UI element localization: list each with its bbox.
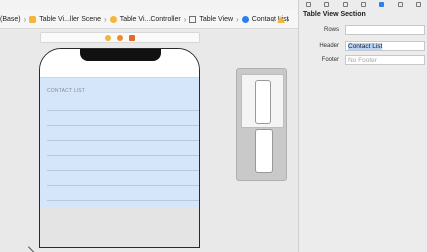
back-icon[interactable]: ‹ [272,15,275,24]
first-responder-icon[interactable] [117,34,123,41]
section-header[interactable]: CONTACT LIST [40,78,199,96]
footer-field[interactable]: No Footer [345,55,425,65]
table-row[interactable] [47,186,199,201]
history-inspector-icon[interactable] [324,2,330,7]
minimap-phone-icon [255,80,271,124]
table-row[interactable] [47,141,199,156]
attributes-inspector: Table View Section Rows Header Contact L… [298,0,427,252]
table-row[interactable] [47,111,199,126]
header-label: Header [319,43,339,49]
section-icon [241,15,249,23]
view-controller-icon[interactable] [105,34,111,41]
breadcrumb-label: Table Vi...ller Scene [39,15,102,23]
minimap[interactable] [236,68,287,181]
inspector-tabs [299,0,427,9]
breadcrumb-label: Table Vi...Controller [119,15,181,23]
header-field[interactable]: Contact List [345,41,425,51]
attributes-inspector-icon[interactable] [379,2,385,7]
size-inspector-icon[interactable] [397,2,403,7]
jump-bar: (Base) › Table Vi...ller Scene › Table V… [0,10,298,29]
table-row[interactable] [47,171,199,186]
chevron-right-icon: › [104,14,107,24]
connections-inspector-icon[interactable] [416,2,422,7]
table-footer-area [40,207,199,247]
controller-icon [109,15,117,23]
navigation-bar [40,64,199,78]
help-inspector-icon[interactable] [342,2,348,7]
chevron-right-icon: › [23,14,27,24]
breadcrumb-item-base[interactable]: (Base) [0,16,21,23]
scene-icon [29,15,37,23]
notch [80,49,161,61]
exit-icon[interactable] [129,34,135,41]
breadcrumb-item-controller[interactable]: Table Vi...Controller [109,15,181,23]
forward-icon[interactable]: › [287,15,290,24]
warning-icon[interactable] [276,16,285,23]
tableview-icon [189,15,197,23]
table-view-scene[interactable]: CONTACT LIST [39,48,200,248]
scene-dock [40,32,200,43]
minimap-scene-top [241,74,284,128]
breadcrumb-label: (Base) [0,15,21,23]
header-field-value: Contact List [348,43,383,50]
rows-label: Rows [323,27,339,33]
breadcrumb-item-tableview[interactable]: Table View [189,15,234,23]
chevron-right-icon: › [236,14,239,24]
breadcrumb-label: Table View [199,15,234,23]
table-row[interactable] [47,126,199,141]
chevron-right-icon: › [183,14,187,24]
minimap-phone-icon [255,129,273,173]
table-row[interactable] [47,96,199,111]
identity-inspector-icon[interactable] [360,2,366,7]
file-inspector-icon[interactable] [305,2,311,7]
breadcrumb-item-scene[interactable]: Table Vi...ller Scene [29,15,102,23]
footer-label: Footer [321,57,339,63]
table-row[interactable] [47,156,199,171]
rows-field[interactable] [345,25,425,35]
inspector-section-title: Table View Section [303,11,366,18]
